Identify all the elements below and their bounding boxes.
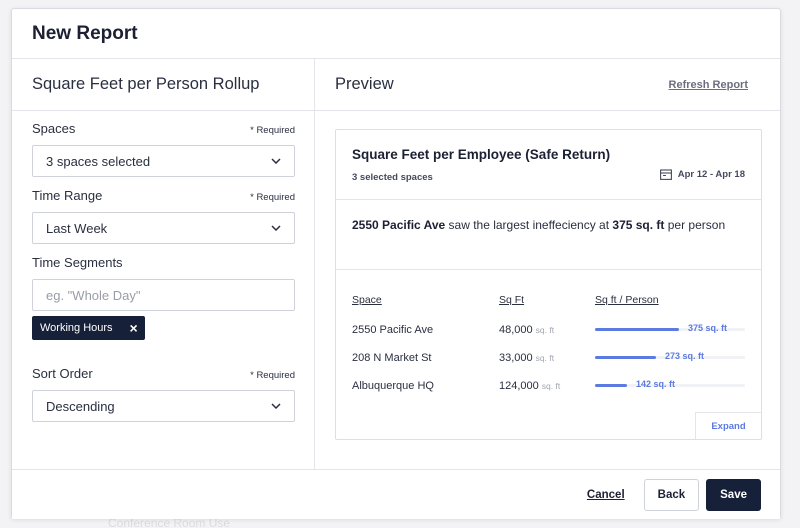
preview-panel: Preview Refresh Report Square Feet per E…: [315, 59, 780, 469]
preview-table: Space Sq Ft Sq ft / Person 2550 Pacific …: [352, 292, 747, 400]
modal-header: New Report: [12, 9, 780, 59]
refresh-report-link[interactable]: Refresh Report: [669, 79, 748, 91]
report-config-panel: Square Feet per Person Rollup Spaces * R…: [12, 59, 315, 469]
insight-text-mid: saw the largest ineffeciency at: [445, 218, 613, 232]
table-header: Space Sq Ft Sq ft / Person: [352, 292, 747, 308]
card-title: Square Feet per Employee (Safe Return): [352, 147, 611, 162]
config-panel-header: Square Feet per Person Rollup: [12, 59, 314, 111]
column-header-sqft[interactable]: Sq Ft: [499, 294, 524, 306]
card-header: Square Feet per Employee (Safe Return) 3…: [336, 130, 761, 200]
required-indicator: * Required: [250, 125, 295, 136]
spaces-select-value: 3 spaces selected: [46, 153, 151, 169]
per-person-bar: [595, 384, 627, 387]
spaces-label: Spaces: [32, 121, 76, 136]
date-range: Apr 12 - Apr 18: [659, 169, 745, 180]
time-range-label: Time Range: [32, 188, 103, 203]
row-sqft: 33,000 sq. ft: [499, 352, 555, 364]
back-button[interactable]: Back: [643, 478, 700, 511]
per-person-bar: [595, 356, 656, 359]
save-button[interactable]: Save: [706, 478, 761, 511]
insight-text-end: per person: [664, 218, 726, 232]
per-person-bar: [595, 328, 679, 331]
per-person-label: 142 sq. ft: [636, 379, 676, 389]
preview-title: Preview: [335, 75, 394, 93]
preview-panel-header: Preview Refresh Report: [315, 59, 780, 111]
sort-order-field: Sort Order * Required Descending: [32, 366, 295, 422]
calendar-icon: [659, 169, 672, 180]
table-row: 208 N Market St 33,000 sq. ft 273 sq. ft: [352, 344, 747, 372]
chevron-down-icon: [271, 223, 281, 233]
column-header-space[interactable]: Space: [352, 294, 382, 306]
sort-order-label: Sort Order: [32, 366, 93, 381]
time-segment-tag: Working Hours ×: [32, 316, 145, 340]
row-space: 208 N Market St: [352, 352, 432, 364]
insight-text: 2550 Pacific Ave saw the largest ineffec…: [336, 200, 761, 270]
time-range-select-value: Last Week: [46, 220, 108, 236]
sort-order-select-value: Descending: [46, 398, 115, 414]
close-icon[interactable]: ×: [130, 321, 138, 335]
modal-footer: Cancel Back Save: [12, 469, 780, 519]
row-space: 2550 Pacific Ave: [352, 324, 434, 336]
row-bar: 273 sq. ft: [595, 351, 747, 365]
table-row: Albuquerque HQ 124,000 sq. ft 142 sq. ft: [352, 372, 747, 400]
new-report-modal: New Report Square Feet per Person Rollup…: [11, 8, 781, 519]
time-segments-label: Time Segments: [32, 255, 123, 270]
row-sqft: 124,000 sq. ft: [499, 380, 561, 392]
time-segment-tag-label: Working Hours: [40, 322, 113, 334]
time-segments-input[interactable]: eg. "Whole Day": [32, 279, 295, 311]
report-preview-card: Square Feet per Employee (Safe Return) 3…: [335, 129, 762, 440]
row-bar: 375 sq. ft: [595, 323, 747, 337]
chevron-down-icon: [271, 156, 281, 166]
modal-body: Square Feet per Person Rollup Spaces * R…: [12, 59, 780, 469]
sort-order-select[interactable]: Descending: [32, 390, 295, 422]
row-sqft: 48,000 sq. ft: [499, 324, 555, 336]
row-space: Albuquerque HQ: [352, 380, 434, 392]
config-panel-title: Square Feet per Person Rollup: [32, 75, 260, 93]
chevron-down-icon: [271, 401, 281, 411]
insight-space: 2550 Pacific Ave: [352, 218, 446, 232]
date-range-text: Apr 12 - Apr 18: [677, 169, 745, 180]
per-person-label: 273 sq. ft: [665, 351, 705, 361]
time-range-field: Time Range * Required Last Week: [32, 188, 295, 244]
time-segments-field: Time Segments eg. "Whole Day": [32, 255, 295, 311]
required-indicator: * Required: [250, 370, 295, 381]
required-indicator: * Required: [250, 192, 295, 203]
cancel-button[interactable]: Cancel: [587, 489, 625, 501]
expand-button[interactable]: Expand: [695, 412, 761, 439]
row-bar: 142 sq. ft: [595, 379, 747, 393]
spaces-field: Spaces * Required 3 spaces selected: [32, 121, 295, 177]
insight-value: 375 sq. ft: [612, 218, 665, 232]
column-header-sqft-per-person[interactable]: Sq ft / Person: [595, 294, 659, 306]
per-person-label: 375 sq. ft: [688, 323, 728, 333]
spaces-select[interactable]: 3 spaces selected: [32, 145, 295, 177]
time-range-select[interactable]: Last Week: [32, 212, 295, 244]
modal-title: New Report: [32, 22, 138, 44]
table-row: 2550 Pacific Ave 48,000 sq. ft 375 sq. ft: [352, 316, 747, 344]
